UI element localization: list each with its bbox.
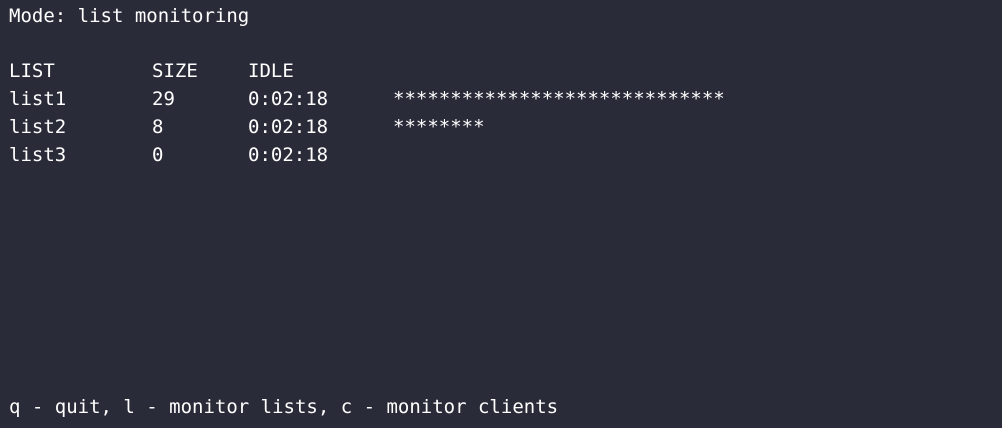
- table-row: list3 0 0:02:18: [9, 143, 909, 171]
- table-row: list2 8 0:02:18 ********: [9, 115, 909, 143]
- header-idle: IDLE: [248, 60, 294, 82]
- row-size-bar: *****************************: [393, 88, 725, 110]
- header-list: LIST: [9, 60, 55, 82]
- row-list-name: list1: [9, 88, 67, 110]
- row-size: 29: [152, 88, 175, 110]
- terminal-window: Mode: list monitoring LIST SIZE IDLE lis…: [0, 0, 1002, 428]
- row-idle: 0:02:18: [248, 116, 329, 138]
- row-list-name: list3: [9, 144, 67, 166]
- row-size: 0: [152, 144, 164, 166]
- row-idle: 0:02:18: [248, 88, 329, 110]
- table-header-row: LIST SIZE IDLE: [9, 59, 909, 87]
- table-row: list1 29 0:02:18 ***********************…: [9, 87, 909, 115]
- row-idle: 0:02:18: [248, 144, 329, 166]
- row-size-bar: ********: [393, 116, 485, 138]
- row-list-name: list2: [9, 116, 67, 138]
- keyboard-help-line: q - quit, l - monitor lists, c - monitor…: [9, 396, 559, 418]
- list-table: LIST SIZE IDLE list1 29 0:02:18 ********…: [9, 59, 909, 171]
- row-size: 8: [152, 116, 164, 138]
- mode-line: Mode: list monitoring: [9, 5, 250, 27]
- header-size: SIZE: [152, 60, 198, 82]
